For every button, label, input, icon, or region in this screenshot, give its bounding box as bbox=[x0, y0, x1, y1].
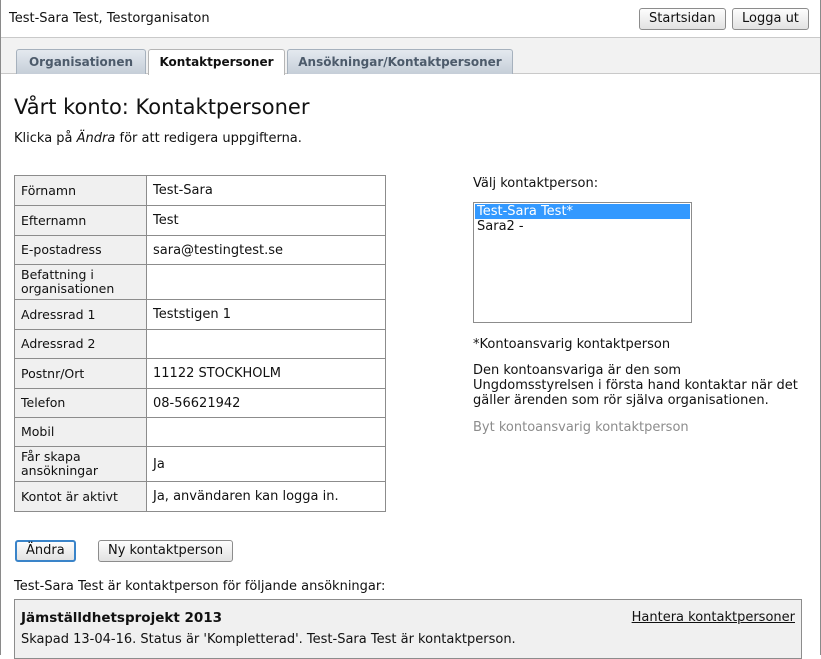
field-value bbox=[146, 417, 386, 447]
field-label: Adressrad 2 bbox=[14, 329, 147, 359]
field-label: Befattning i organisationen bbox=[14, 264, 147, 300]
user-org-label: Test-Sara Test, Testorganisaton bbox=[9, 11, 210, 26]
table-row: Adressrad 1 Teststigen 1 bbox=[14, 299, 386, 330]
field-label: Får skapa ansökningar bbox=[14, 446, 147, 482]
table-row: Får skapa ansökningar Ja bbox=[14, 446, 386, 482]
field-label: Kontot är aktivt bbox=[14, 481, 147, 512]
intro-text: Klicka på Ändra för att redigera uppgift… bbox=[14, 131, 302, 146]
intro-before: Klicka på bbox=[14, 131, 77, 146]
field-label: Mobil bbox=[14, 417, 147, 447]
table-row: Postnr/Ort 11122 STOCKHOLM bbox=[14, 358, 386, 389]
table-row: Befattning i organisationen bbox=[14, 264, 386, 300]
table-row: Kontot är aktivt Ja, användaren kan logg… bbox=[14, 481, 386, 512]
field-value: Ja bbox=[146, 446, 386, 482]
field-value: sara@testingtest.se bbox=[146, 235, 386, 265]
table-row: Telefon 08-56621942 bbox=[14, 388, 386, 418]
field-value: Test-Sara bbox=[146, 175, 386, 206]
switch-account-owner-link[interactable]: Byt kontoansvarig kontaktperson bbox=[473, 420, 689, 435]
field-label: Adressrad 1 bbox=[14, 299, 147, 330]
table-row: Förnamn Test-Sara bbox=[14, 175, 386, 206]
table-row: Efternamn Test bbox=[14, 205, 386, 236]
field-value: Test bbox=[146, 205, 386, 236]
field-label: E-postadress bbox=[14, 235, 147, 265]
field-value: 08-56621942 bbox=[146, 388, 386, 418]
tab-kontaktpersoner[interactable]: Kontaktpersoner bbox=[148, 49, 285, 75]
field-value: Teststigen 1 bbox=[146, 299, 386, 330]
table-row: Adressrad 2 bbox=[14, 329, 386, 359]
contact-details-table: Förnamn Test-Sara Efternamn Test E-posta… bbox=[14, 175, 386, 512]
application-title: Jämställdhetsprojekt 2013 bbox=[21, 610, 223, 626]
field-label: Postnr/Ort bbox=[14, 358, 147, 389]
contact-listbox[interactable]: Test-Sara Test* Sara2 - bbox=[473, 202, 692, 323]
contact-select-label: Välj kontaktperson: bbox=[473, 176, 599, 191]
manage-contacts-link[interactable]: Hantera kontaktpersoner bbox=[632, 610, 795, 625]
table-row: Mobil bbox=[14, 417, 386, 447]
edit-button[interactable]: Ändra bbox=[15, 540, 76, 562]
field-value: 11122 STOCKHOLM bbox=[146, 358, 386, 389]
applications-heading: Test-Sara Test är kontaktperson för följ… bbox=[14, 579, 386, 594]
top-bar: Test-Sara Test, Testorganisaton Startsid… bbox=[1, 0, 820, 38]
field-value bbox=[146, 329, 386, 359]
new-contact-button[interactable]: Ny kontaktperson bbox=[98, 540, 234, 562]
home-button[interactable]: Startsidan bbox=[639, 8, 726, 30]
account-owner-note: *Kontoansvarig kontaktperson bbox=[473, 337, 671, 352]
page-title: Vårt konto: Kontaktpersoner bbox=[14, 95, 310, 119]
field-label: Förnamn bbox=[14, 175, 147, 206]
field-label: Efternamn bbox=[14, 205, 147, 236]
tab-strip: Organisationen Kontaktpersoner Ansökning… bbox=[1, 38, 820, 75]
application-item: Jämställdhetsprojekt 2013 Hantera kontak… bbox=[14, 599, 802, 659]
application-status: Skapad 13-04-16. Status är 'Kompletterad… bbox=[21, 632, 516, 647]
contact-option[interactable]: Test-Sara Test* bbox=[475, 204, 690, 219]
table-row: E-postadress sara@testingtest.se bbox=[14, 235, 386, 265]
intro-edit-word: Ändra bbox=[76, 131, 116, 146]
tab-organisationen[interactable]: Organisationen bbox=[16, 49, 146, 74]
field-label: Telefon bbox=[14, 388, 147, 418]
logout-button[interactable]: Logga ut bbox=[732, 8, 809, 30]
account-owner-description: Den kontoansvariga är den som Ungdomssty… bbox=[473, 363, 798, 408]
field-value: Ja, användaren kan logga in. bbox=[146, 481, 386, 512]
contact-option[interactable]: Sara2 - bbox=[475, 219, 690, 234]
intro-after: för att redigera uppgifterna. bbox=[115, 131, 302, 146]
tab-ansokningar-kontaktpersoner[interactable]: Ansökningar/Kontaktpersoner bbox=[287, 49, 513, 74]
field-value bbox=[146, 264, 386, 300]
